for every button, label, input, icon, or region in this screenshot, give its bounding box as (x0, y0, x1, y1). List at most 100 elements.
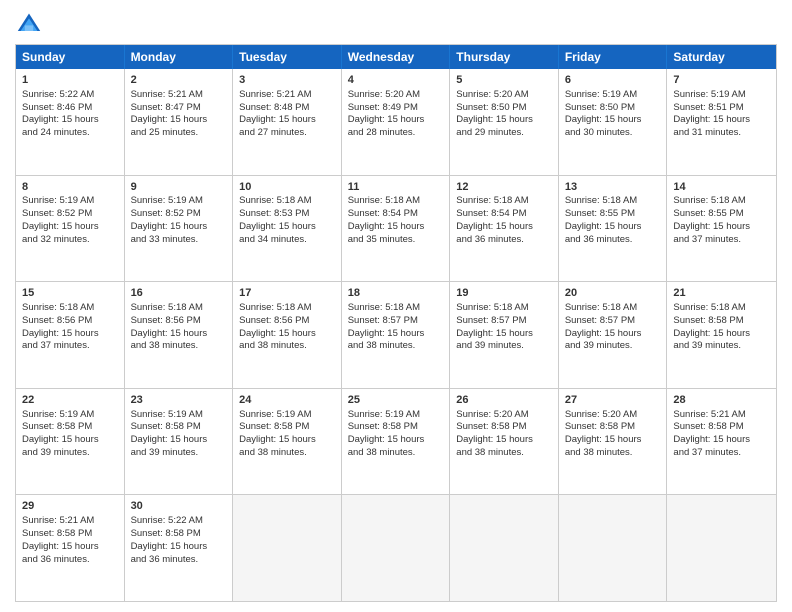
day-info-line: Sunset: 8:58 PM (348, 421, 444, 434)
calendar-row-1: 8Sunrise: 5:19 AMSunset: 8:52 PMDaylight… (16, 175, 776, 282)
day-info-line: Sunrise: 5:18 AM (456, 195, 552, 208)
day-number: 28 (673, 393, 770, 408)
day-number: 12 (456, 180, 552, 195)
day-info-line: Sunrise: 5:20 AM (348, 89, 444, 102)
day-info-line: Daylight: 15 hours (348, 114, 444, 127)
day-info-line: Sunrise: 5:21 AM (131, 89, 227, 102)
day-info-line: Daylight: 15 hours (22, 541, 118, 554)
day-info-line: and 31 minutes. (673, 127, 770, 140)
day-info-line: Sunset: 8:52 PM (131, 208, 227, 221)
day-info-line: and 39 minutes. (22, 447, 118, 460)
day-info-line: Daylight: 15 hours (565, 434, 661, 447)
day-number: 8 (22, 180, 118, 195)
day-cell-25: 25Sunrise: 5:19 AMSunset: 8:58 PMDayligh… (342, 389, 451, 495)
day-info-line: Daylight: 15 hours (348, 328, 444, 341)
day-info-line: and 38 minutes. (348, 340, 444, 353)
day-info-line: Daylight: 15 hours (131, 114, 227, 127)
day-info-line: and 39 minutes. (673, 340, 770, 353)
day-info-line: Sunrise: 5:18 AM (348, 302, 444, 315)
day-info-line: and 37 minutes. (673, 447, 770, 460)
day-info-line: Sunset: 8:50 PM (456, 102, 552, 115)
day-info-line: Sunset: 8:51 PM (673, 102, 770, 115)
day-info-line: Sunset: 8:56 PM (131, 315, 227, 328)
day-info-line: Sunset: 8:56 PM (22, 315, 118, 328)
day-info-line: Daylight: 15 hours (22, 434, 118, 447)
day-cell-28: 28Sunrise: 5:21 AMSunset: 8:58 PMDayligh… (667, 389, 776, 495)
day-info-line: Daylight: 15 hours (456, 221, 552, 234)
day-info-line: Daylight: 15 hours (22, 221, 118, 234)
day-info-line: and 25 minutes. (131, 127, 227, 140)
day-info-line: Sunrise: 5:20 AM (456, 409, 552, 422)
day-info-line: and 29 minutes. (456, 127, 552, 140)
calendar-row-0: 1Sunrise: 5:22 AMSunset: 8:46 PMDaylight… (16, 69, 776, 175)
day-info-line: and 24 minutes. (22, 127, 118, 140)
day-number: 7 (673, 73, 770, 88)
day-info-line: Sunset: 8:57 PM (348, 315, 444, 328)
day-cell-5: 5Sunrise: 5:20 AMSunset: 8:50 PMDaylight… (450, 69, 559, 175)
day-info-line: Daylight: 15 hours (131, 541, 227, 554)
day-info-line: Daylight: 15 hours (131, 328, 227, 341)
day-info-line: Daylight: 15 hours (22, 328, 118, 341)
day-cell-6: 6Sunrise: 5:19 AMSunset: 8:50 PMDaylight… (559, 69, 668, 175)
day-number: 18 (348, 286, 444, 301)
empty-cell (667, 495, 776, 601)
day-cell-10: 10Sunrise: 5:18 AMSunset: 8:53 PMDayligh… (233, 176, 342, 282)
day-info-line: Sunrise: 5:18 AM (673, 302, 770, 315)
day-info-line: and 38 minutes. (239, 340, 335, 353)
day-cell-22: 22Sunrise: 5:19 AMSunset: 8:58 PMDayligh… (16, 389, 125, 495)
day-info-line: Sunrise: 5:18 AM (673, 195, 770, 208)
day-info-line: Daylight: 15 hours (348, 434, 444, 447)
day-info-line: Sunset: 8:47 PM (131, 102, 227, 115)
day-cell-15: 15Sunrise: 5:18 AMSunset: 8:56 PMDayligh… (16, 282, 125, 388)
day-number: 14 (673, 180, 770, 195)
day-info-line: Sunset: 8:50 PM (565, 102, 661, 115)
day-number: 15 (22, 286, 118, 301)
calendar: SundayMondayTuesdayWednesdayThursdayFrid… (15, 44, 777, 602)
day-info-line: Sunrise: 5:18 AM (348, 195, 444, 208)
day-info-line: Sunrise: 5:21 AM (673, 409, 770, 422)
calendar-row-2: 15Sunrise: 5:18 AMSunset: 8:56 PMDayligh… (16, 281, 776, 388)
day-info-line: Sunset: 8:58 PM (22, 528, 118, 541)
day-info-line: Sunset: 8:48 PM (239, 102, 335, 115)
logo-icon (15, 10, 43, 38)
day-info-line: Sunset: 8:55 PM (673, 208, 770, 221)
day-number: 29 (22, 499, 118, 514)
day-info-line: Daylight: 15 hours (239, 434, 335, 447)
day-info-line: Sunset: 8:55 PM (565, 208, 661, 221)
day-info-line: Sunrise: 5:19 AM (673, 89, 770, 102)
day-info-line: Sunset: 8:56 PM (239, 315, 335, 328)
day-info-line: and 34 minutes. (239, 234, 335, 247)
day-info-line: Sunset: 8:49 PM (348, 102, 444, 115)
day-cell-14: 14Sunrise: 5:18 AMSunset: 8:55 PMDayligh… (667, 176, 776, 282)
day-cell-19: 19Sunrise: 5:18 AMSunset: 8:57 PMDayligh… (450, 282, 559, 388)
day-info-line: Sunset: 8:58 PM (239, 421, 335, 434)
day-info-line: Sunrise: 5:18 AM (565, 195, 661, 208)
empty-cell (342, 495, 451, 601)
day-cell-9: 9Sunrise: 5:19 AMSunset: 8:52 PMDaylight… (125, 176, 234, 282)
day-cell-27: 27Sunrise: 5:20 AMSunset: 8:58 PMDayligh… (559, 389, 668, 495)
day-number: 4 (348, 73, 444, 88)
day-info-line: Daylight: 15 hours (22, 114, 118, 127)
day-cell-12: 12Sunrise: 5:18 AMSunset: 8:54 PMDayligh… (450, 176, 559, 282)
day-info-line: and 38 minutes. (565, 447, 661, 460)
day-info-line: Sunrise: 5:22 AM (22, 89, 118, 102)
day-number: 10 (239, 180, 335, 195)
day-info-line: Sunrise: 5:18 AM (239, 302, 335, 315)
day-info-line: Sunrise: 5:21 AM (22, 515, 118, 528)
day-info-line: Sunset: 8:46 PM (22, 102, 118, 115)
day-cell-24: 24Sunrise: 5:19 AMSunset: 8:58 PMDayligh… (233, 389, 342, 495)
header (15, 10, 777, 38)
day-info-line: Daylight: 15 hours (456, 434, 552, 447)
day-info-line: Daylight: 15 hours (131, 434, 227, 447)
day-number: 11 (348, 180, 444, 195)
day-info-line: and 28 minutes. (348, 127, 444, 140)
day-info-line: and 38 minutes. (456, 447, 552, 460)
day-number: 13 (565, 180, 661, 195)
day-info-line: Daylight: 15 hours (131, 221, 227, 234)
day-info-line: and 38 minutes. (239, 447, 335, 460)
day-number: 2 (131, 73, 227, 88)
day-cell-2: 2Sunrise: 5:21 AMSunset: 8:47 PMDaylight… (125, 69, 234, 175)
day-info-line: Sunset: 8:54 PM (456, 208, 552, 221)
logo (15, 10, 45, 38)
day-info-line: Sunrise: 5:18 AM (456, 302, 552, 315)
